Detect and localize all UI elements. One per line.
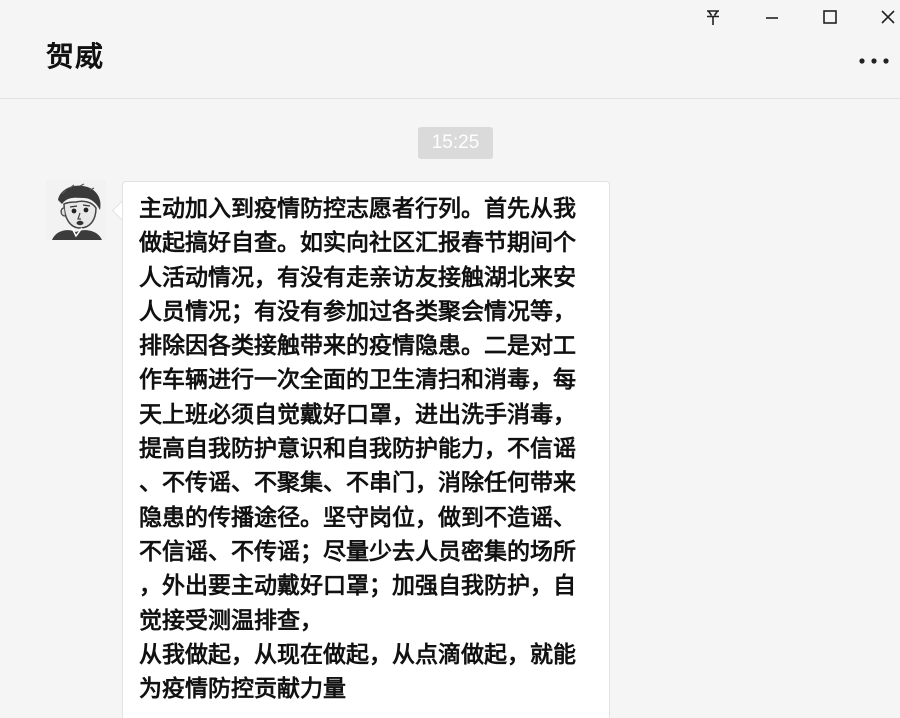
maximize-icon[interactable] (815, 4, 845, 30)
avatar[interactable] (46, 180, 106, 240)
message-bubble[interactable]: 主动加入到疫情防控志愿者行列。首先从我 做起搞好自查。如实向社区汇报春节期间个 … (122, 181, 610, 718)
chat-header: 贺威 (0, 0, 900, 99)
chat-window: 贺威 15:25 主动加入到疫情防控志愿者行列。首先从我 做起搞好自查。如实向社… (0, 0, 900, 718)
close-icon[interactable] (873, 4, 900, 30)
chat-title: 贺威 (46, 40, 105, 73)
minimize-icon[interactable] (757, 4, 787, 30)
timestamp-badge: 15:25 (418, 127, 493, 159)
avatar-sketch-image (46, 180, 106, 240)
more-icon[interactable] (854, 46, 894, 76)
message-text: 主动加入到疫情防控志愿者行列。首先从我 做起搞好自查。如实向社区汇报春节期间个 … (139, 196, 576, 703)
pin-icon[interactable] (698, 4, 728, 30)
